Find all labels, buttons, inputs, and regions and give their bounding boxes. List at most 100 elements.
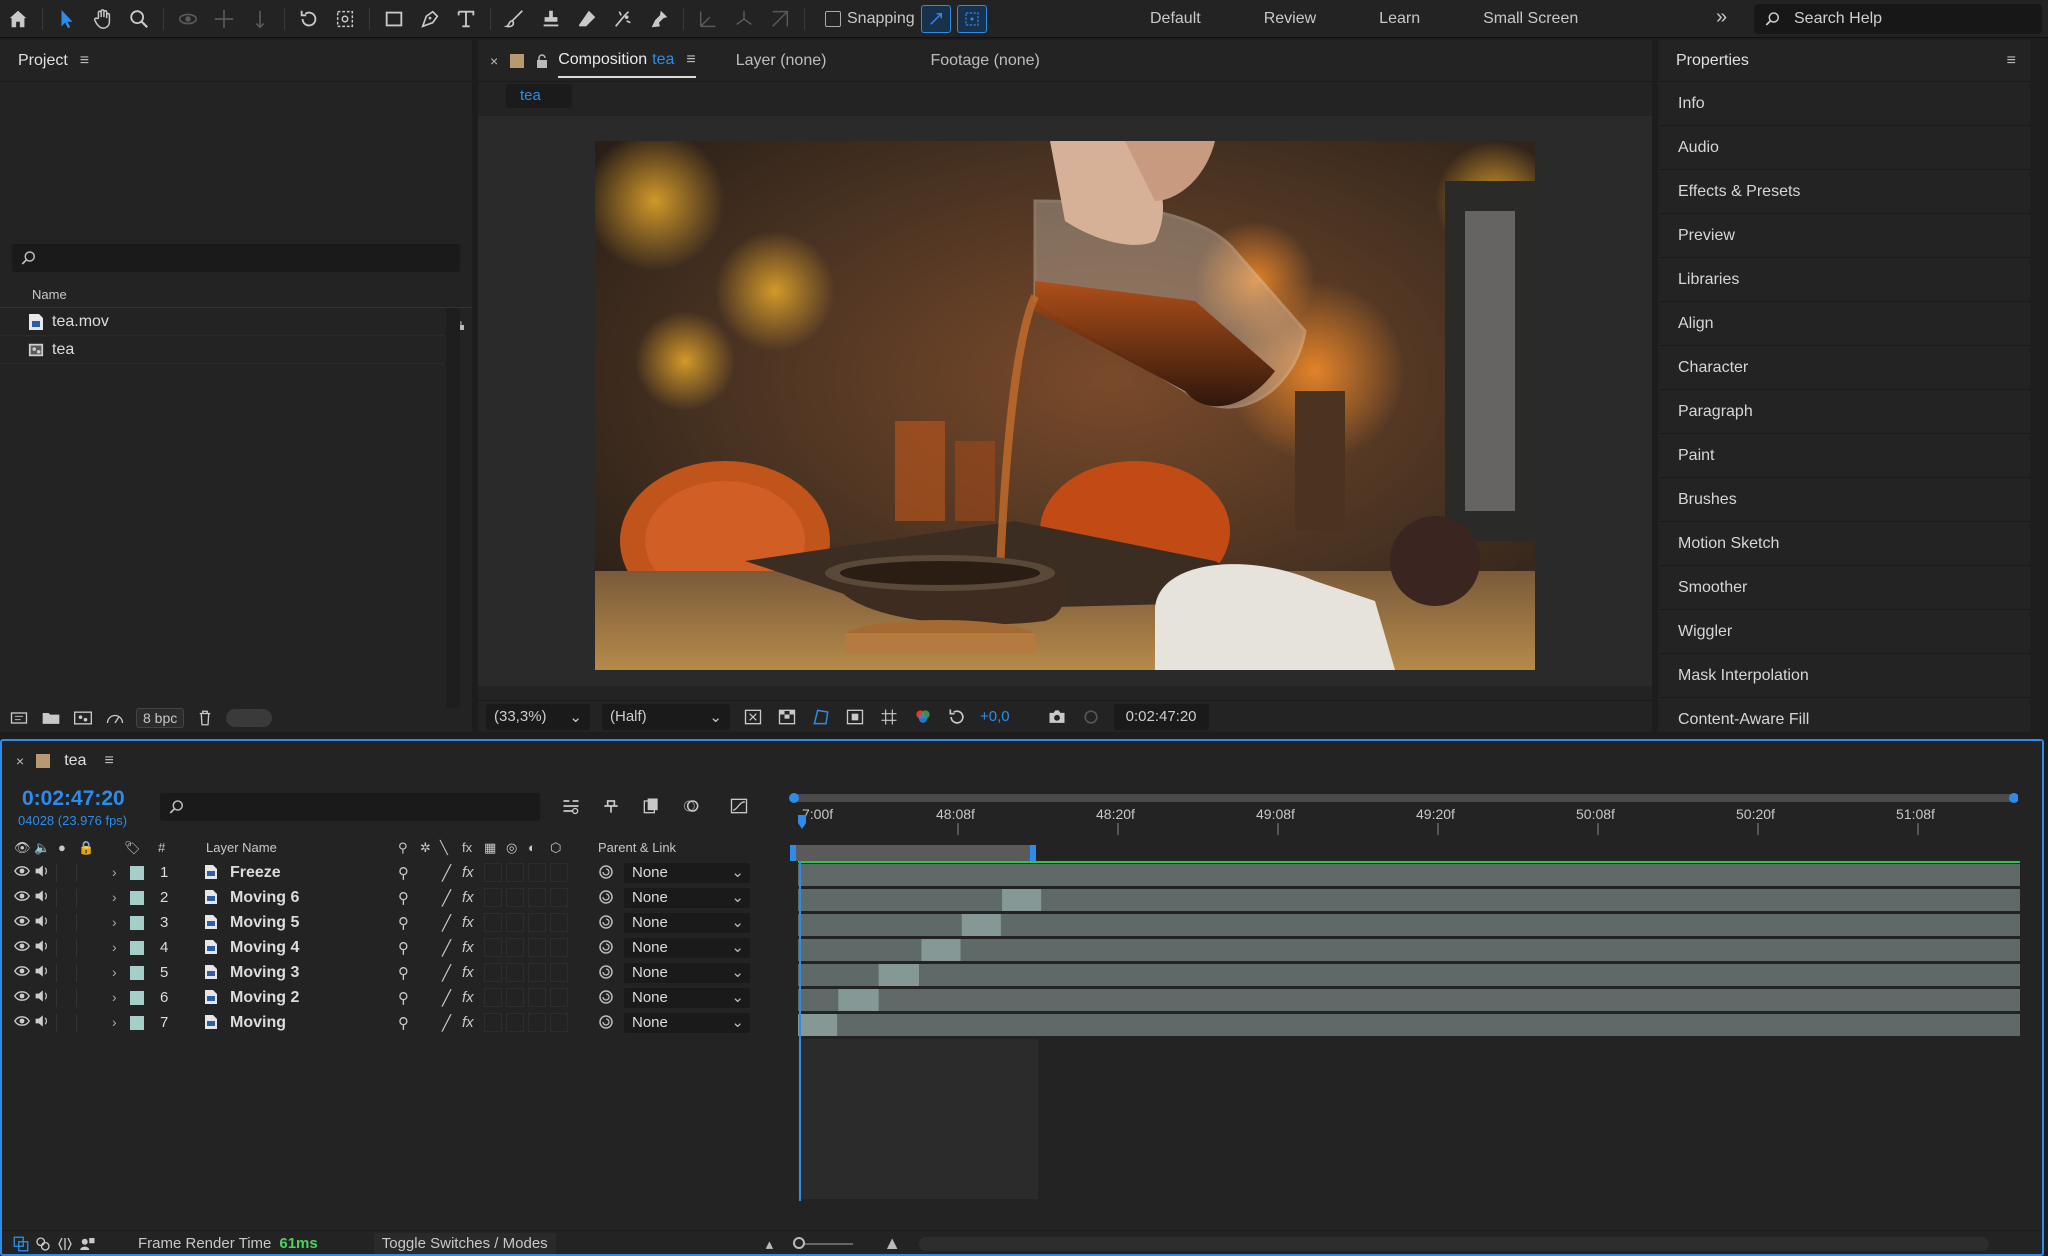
zoom-in-icon[interactable]: ▲ — [883, 1233, 901, 1254]
3d-layer-switch[interactable] — [550, 988, 568, 1007]
eye-icon[interactable] — [14, 864, 30, 880]
label-column-icon[interactable]: 🏷 — [124, 840, 141, 856]
chevron-right-icon[interactable]: › — [112, 914, 117, 930]
motion-blur-switch[interactable] — [506, 863, 524, 882]
frame-blend-switch[interactable] — [484, 1013, 502, 1032]
frame-blend-column-icon[interactable]: ▦ — [484, 840, 496, 856]
adjustment-switch[interactable] — [528, 863, 546, 882]
label-color[interactable] — [130, 891, 144, 905]
transparency-grid-icon[interactable] — [776, 706, 798, 728]
effects-switch-icon[interactable]: fx — [462, 914, 474, 931]
chevron-right-icon[interactable]: › — [112, 939, 117, 955]
pick-whip-icon[interactable] — [598, 1014, 614, 1035]
zoom-tool-icon[interactable] — [125, 5, 153, 33]
eye-icon[interactable] — [14, 939, 30, 955]
motion-blur-switch[interactable] — [506, 963, 524, 982]
shy-column-icon[interactable]: ⚲ — [398, 840, 408, 856]
channel-rgb-icon[interactable] — [912, 706, 934, 728]
layer-name[interactable]: Moving — [230, 1014, 286, 1032]
reset-exposure-icon[interactable] — [946, 706, 968, 728]
transfer-controls-icon[interactable] — [32, 1233, 54, 1255]
panel-item-effects-presets[interactable]: Effects & Presets — [1660, 170, 2032, 214]
lock-icon[interactable] — [536, 53, 548, 68]
speaker-icon[interactable] — [34, 989, 50, 1005]
frame-blend-switch[interactable] — [484, 963, 502, 982]
tab-footage[interactable]: Footage (none) — [930, 52, 1039, 70]
mask-visibility-icon[interactable] — [810, 706, 832, 728]
motion-blur-switch[interactable] — [506, 988, 524, 1007]
chevron-right-icon[interactable]: › — [112, 889, 117, 905]
axis-view-icon[interactable] — [766, 5, 794, 33]
solo-toggle[interactable] — [56, 964, 72, 982]
label-color[interactable] — [130, 866, 144, 880]
motion-blur-switch[interactable] — [506, 938, 524, 957]
selection-tool-icon[interactable] — [53, 5, 81, 33]
column-parent-link[interactable]: Parent & Link — [598, 840, 676, 855]
timeline-search-input[interactable] — [160, 793, 540, 821]
motion-blur-switch[interactable] — [506, 888, 524, 907]
3d-layer-switch[interactable] — [550, 913, 568, 932]
chevron-right-icon[interactable]: › — [112, 989, 117, 1005]
chevron-right-icon[interactable]: › — [112, 864, 117, 880]
solo-toggle[interactable] — [56, 1014, 72, 1032]
fast-previews-icon[interactable] — [742, 706, 764, 728]
thumbnail-toggle[interactable] — [226, 709, 273, 727]
type-tool-icon[interactable] — [452, 5, 480, 33]
panel-item-preview[interactable]: Preview — [1660, 214, 2032, 258]
adjustment-switch[interactable] — [528, 913, 546, 932]
speaker-icon[interactable] — [34, 864, 50, 880]
bit-depth-button[interactable]: 8 bpc — [136, 708, 185, 728]
layer-name[interactable]: Moving 2 — [230, 989, 299, 1007]
snapping-toggle[interactable]: Snapping — [825, 10, 915, 28]
eye-icon[interactable] — [14, 889, 30, 905]
solo-toggle[interactable] — [56, 864, 72, 882]
shy-switch-icon[interactable]: ⚲ — [398, 889, 409, 907]
panel-item-content-aware-fill[interactable]: Content-Aware Fill — [1660, 698, 2032, 742]
layer-row[interactable]: › 2 Moving 6 ⚲ ╱ fx None ⌄ — [2, 886, 788, 911]
close-tab-icon[interactable]: × — [16, 753, 24, 769]
panel-menu-icon[interactable]: ≡ — [80, 52, 89, 70]
adjustment-column-icon[interactable]: ◐ — [528, 840, 536, 855]
eye-icon[interactable] — [14, 1014, 30, 1030]
graph-editor-icon[interactable] — [726, 793, 752, 819]
region-of-interest-icon[interactable] — [844, 706, 866, 728]
composition-flowchart-icon[interactable] — [558, 793, 584, 819]
show-snapshot-icon[interactable] — [1080, 706, 1102, 728]
label-color[interactable] — [130, 966, 144, 980]
solo-toggle[interactable] — [56, 889, 72, 907]
adjustment-switch[interactable] — [528, 988, 546, 1007]
frame-blend-switch[interactable] — [484, 988, 502, 1007]
time-ruler[interactable]: 7:00f 48:08f 48:20f 49:08f 49:20f 50:08f 50:20… — [788, 791, 2019, 861]
render-time-icon[interactable] — [76, 1233, 98, 1255]
search-help-input[interactable]: Search Help — [1754, 4, 2042, 34]
layer-row[interactable]: › 3 Moving 5 ⚲ ╱ fx None ⌄ — [2, 911, 788, 936]
panel-item-paint[interactable]: Paint — [1660, 434, 2032, 478]
roto-brush-tool-icon[interactable] — [609, 5, 637, 33]
workspace-default[interactable]: Default — [1150, 10, 1201, 28]
axis-local-icon[interactable] — [694, 5, 722, 33]
adjustment-switch[interactable] — [528, 963, 546, 982]
lock-toggle[interactable] — [76, 864, 92, 882]
layer-name[interactable]: Moving 4 — [230, 939, 299, 957]
tab-layer[interactable]: Layer (none) — [736, 52, 827, 70]
adjustment-switch[interactable] — [528, 1013, 546, 1032]
3d-column-icon[interactable]: ⬡ — [550, 840, 561, 856]
quality-switch-icon[interactable]: ╱ — [442, 889, 451, 907]
shy-switch-icon[interactable]: ⚲ — [398, 864, 409, 882]
panel-item-smoother[interactable]: Smoother — [1660, 566, 2032, 610]
eye-icon[interactable] — [14, 989, 30, 1005]
pick-whip-icon[interactable] — [598, 964, 614, 985]
shy-switch-icon[interactable]: ⚲ — [398, 989, 409, 1007]
lock-column-icon[interactable]: 🔒 — [78, 840, 94, 856]
lock-toggle[interactable] — [76, 914, 92, 932]
shy-switch-icon[interactable]: ⚲ — [398, 1014, 409, 1032]
panel-menu-icon[interactable]: ≡ — [104, 752, 113, 770]
panel-item-wiggler[interactable]: Wiggler — [1660, 610, 2032, 654]
more-workspaces-icon[interactable]: » — [1716, 6, 1727, 29]
solo-toggle[interactable] — [56, 914, 72, 932]
project-item[interactable]: tea.mov — [0, 308, 444, 336]
3d-layer-switch[interactable] — [550, 938, 568, 957]
zoom-slider[interactable] — [793, 1236, 854, 1249]
panel-item-audio[interactable]: Audio — [1660, 126, 2032, 170]
panel-item-mask-interpolation[interactable]: Mask Interpolation — [1660, 654, 2032, 698]
